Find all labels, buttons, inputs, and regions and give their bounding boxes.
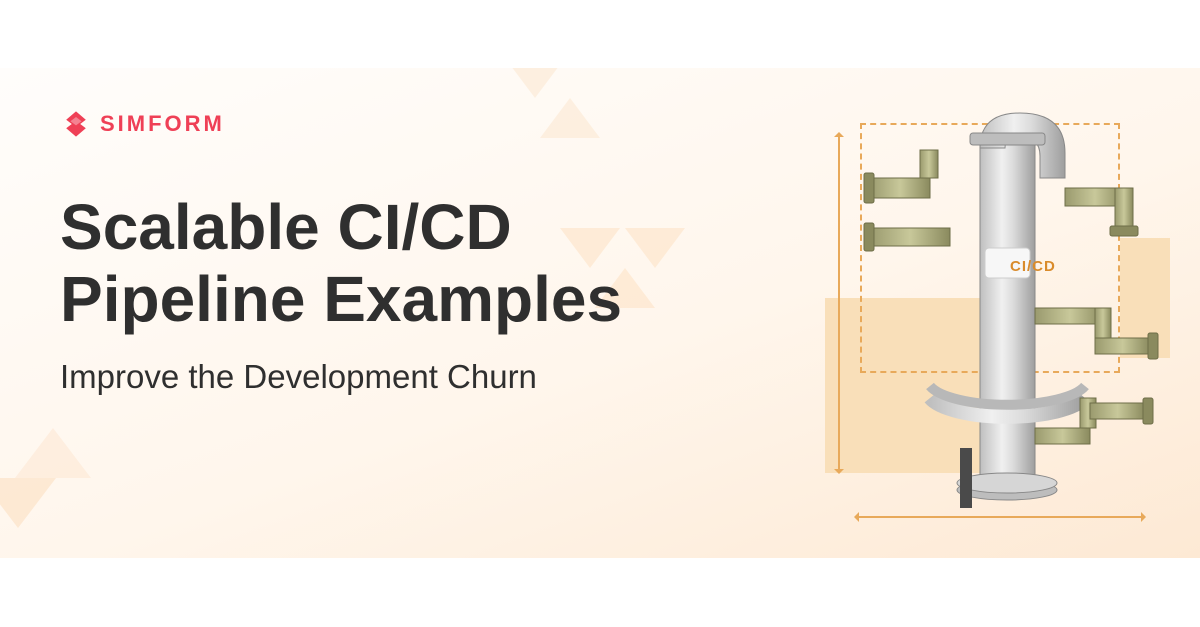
headline-line2: Pipeline Examples <box>60 263 622 335</box>
brand-mark-icon <box>62 110 90 138</box>
banner-background: SIMFORM Scalable CI/CD Pipeline Examples… <box>0 68 1200 558</box>
headline-highlight: CI/CD <box>338 192 512 264</box>
banner-frame: SIMFORM Scalable CI/CD Pipeline Examples… <box>0 0 1200 627</box>
headline: Scalable CI/CD Pipeline Examples <box>60 192 622 335</box>
pipeline-illustration: CI/CD <box>810 108 1170 528</box>
subheadline: Improve the Development Churn <box>60 358 537 396</box>
decorative-triangle <box>505 68 565 98</box>
brand-logo: SIMFORM <box>62 110 225 138</box>
pipes-icon <box>810 108 1170 528</box>
illustration-label: CI/CD <box>1010 258 1056 275</box>
decorative-triangle <box>625 228 685 268</box>
decorative-triangle <box>540 98 600 138</box>
decorative-triangle <box>0 478 56 528</box>
decorative-triangle <box>15 428 91 478</box>
brand-name: SIMFORM <box>100 111 225 137</box>
headline-line1-prefix: Scalable <box>60 191 338 263</box>
